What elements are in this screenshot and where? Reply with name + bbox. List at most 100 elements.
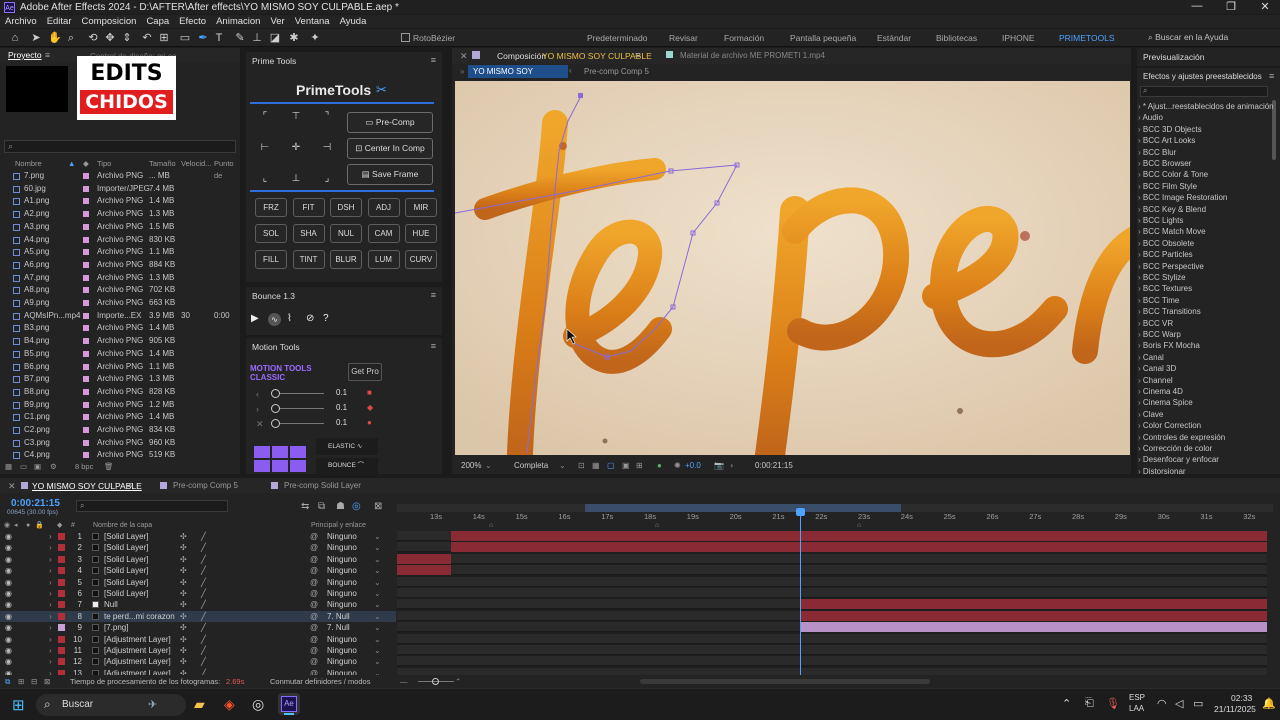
primetools-tint-button[interactable]: TINT <box>292 250 325 269</box>
effects-category[interactable]: › BCC Stylize <box>1138 272 1273 283</box>
orbit-tool-icon[interactable]: ⟲ <box>86 31 100 45</box>
maximize-button[interactable]: ❐ <box>1220 0 1242 13</box>
panel-menu-icon[interactable]: ≡ <box>1269 71 1274 81</box>
timeline-layer-row[interactable]: ◉ › 2 [Solid Layer] ✣ ╱ @ Ninguno ⌄ <box>0 542 396 553</box>
notifications-icon[interactable]: 🔔 <box>1262 697 1276 710</box>
effects-category[interactable]: › BCC Film Style <box>1138 181 1273 192</box>
hand-tool-icon[interactable]: ✋ <box>48 31 62 45</box>
expand-arrow-icon[interactable]: › <box>49 622 52 633</box>
layer-name[interactable]: [Solid Layer] <box>104 531 148 542</box>
effects-category[interactable]: › BCC Image Restoration <box>1138 192 1273 203</box>
guides-icon[interactable]: ▣ <box>622 458 630 474</box>
close-tab-icon[interactable]: ✕ <box>460 51 468 62</box>
eye-icon[interactable]: ◉ <box>5 634 12 645</box>
layer-name[interactable]: [Solid Layer] <box>104 565 148 576</box>
parent-select[interactable]: Ninguno <box>327 577 357 588</box>
zoom-out-icon[interactable]: — <box>400 675 408 688</box>
layer-switches-icon[interactable]: ⧉ <box>5 675 10 688</box>
collapse-switch-icon[interactable]: ✣ <box>180 645 187 656</box>
chevron-down-icon[interactable]: ⌄ <box>374 622 381 633</box>
effects-category[interactable]: › BCC Match Move <box>1138 226 1273 237</box>
timeline-layer-row[interactable]: ◉ › 8 te perd...mi corazon ✣ ╱ @7. Null ⌄ <box>0 610 396 623</box>
project-search-input[interactable]: ⌕ <box>4 140 236 153</box>
wifi-icon[interactable]: ◠ <box>1157 697 1167 710</box>
slider-handle-2[interactable] <box>271 404 280 413</box>
effects-category[interactable]: › BCC Lights <box>1138 215 1273 226</box>
chevron-down-icon[interactable]: ⌄ <box>559 458 566 474</box>
transfer-controls-icon[interactable]: ⊞ <box>18 675 24 688</box>
roto-brush-tool-icon[interactable]: ✱ <box>287 31 301 45</box>
save-frame-button[interactable]: ▤ Save Frame <box>347 164 433 185</box>
exposure-value[interactable]: +0.0 <box>685 458 701 474</box>
effects-category[interactable]: › Canal <box>1138 352 1273 363</box>
expand-arrow-icon[interactable]: › <box>49 599 52 610</box>
primetools-frz-button[interactable]: FRZ <box>255 198 287 217</box>
parent-select[interactable]: Ninguno <box>327 542 357 553</box>
parent-select[interactable]: Ninguno <box>327 565 357 576</box>
effects-category[interactable]: › Color Correction <box>1138 420 1273 431</box>
windows-start-icon[interactable]: ⊞ <box>12 696 25 714</box>
trash-icon[interactable]: 🗑 <box>104 462 114 471</box>
timeline-layer-row[interactable]: ◉ › 6 [Solid Layer] ✣ ╱ @ Ninguno ⌄ <box>0 588 396 599</box>
primetools-cam-button[interactable]: CAM <box>367 224 400 243</box>
play-icon[interactable]: ▶ <box>251 313 259 324</box>
file-explorer-icon[interactable]: ▰ <box>194 696 205 713</box>
label-color[interactable] <box>83 173 89 179</box>
align-bottom-right-icon[interactable]: ⌟ <box>320 172 334 186</box>
battery-icon[interactable]: ▭ <box>1193 697 1203 710</box>
pickwhip-icon[interactable]: @ <box>310 656 318 667</box>
panel-menu-icon[interactable]: ≡ <box>635 50 640 60</box>
quality-switch-icon[interactable]: ╱ <box>201 622 206 633</box>
close-tab-icon[interactable]: ✕ <box>8 481 16 492</box>
align-bottom-center-icon[interactable]: ⊥ <box>289 172 303 186</box>
workspace-primetools[interactable]: PRIMETOOLS <box>1059 33 1115 43</box>
slider-value-2[interactable]: 0.1 <box>336 403 347 412</box>
help-icon[interactable]: ? <box>323 313 329 324</box>
color-channels-icon[interactable]: ● <box>657 458 662 474</box>
chevron-up-icon[interactable]: ⌃ <box>1062 697 1071 710</box>
effects-category[interactable]: › BCC Particles <box>1138 249 1273 260</box>
clock-date[interactable]: 21/11/2025 <box>1214 704 1256 714</box>
eye-icon[interactable]: ◉ <box>5 599 12 610</box>
toggle-switches-modes[interactable]: Conmutar definidores / modos <box>270 675 370 688</box>
chevron-down-icon[interactable]: ⌄ <box>374 611 381 622</box>
label-icon[interactable]: ◆ <box>83 158 89 170</box>
label-color[interactable] <box>83 325 89 332</box>
chevron-down-icon[interactable]: ⌄ <box>374 634 381 645</box>
project-file-row[interactable]: C4.png Archivo PNG 519 KB <box>0 449 238 462</box>
brush-tool-icon[interactable]: ✎ <box>233 31 247 45</box>
project-file-row[interactable]: A6.png Archivo PNG 884 KB <box>0 259 238 272</box>
layer-duration-bar[interactable] <box>451 531 1267 541</box>
layer-name[interactable]: [7.png] <box>104 622 128 633</box>
clone-stamp-tool-icon[interactable]: ⊥ <box>250 31 264 45</box>
quality-switch-icon[interactable]: ╱ <box>201 531 206 542</box>
collapse-switch-icon[interactable]: ✣ <box>180 542 187 553</box>
label-color[interactable] <box>83 350 89 357</box>
elastic-curve-icon[interactable]: ⌇ <box>287 313 292 324</box>
timeline-layer-row[interactable]: ◉ › 12 [Adjustment Layer] ✣ ╱ @ Ninguno ⌄ <box>0 656 396 667</box>
parent-select[interactable]: 7. Null <box>327 622 350 633</box>
layer-name[interactable]: [Solid Layer] <box>104 554 148 565</box>
label-color[interactable] <box>83 261 89 268</box>
label-color[interactable] <box>83 274 89 281</box>
after-effects-taskbar[interactable]: Ae <box>278 693 300 715</box>
label-color[interactable] <box>83 287 89 294</box>
layer-name[interactable]: [Adjustment Layer] <box>104 656 171 667</box>
keyframe-diamond-icon[interactable]: ◆ <box>367 403 373 412</box>
marker-icon[interactable]: ⌂ <box>655 522 659 529</box>
menu-capa[interactable]: Capa <box>146 16 169 27</box>
pickwhip-icon[interactable]: @ <box>310 611 318 622</box>
video-switch-icon[interactable]: ◉ <box>4 520 10 531</box>
project-file-row[interactable]: B9.png Archivo PNG 1.2 MB <box>0 399 238 412</box>
pickwhip-icon[interactable]: @ <box>310 554 318 565</box>
snapshot-icon[interactable]: 📷 <box>714 458 724 474</box>
quality-switch-icon[interactable]: ╱ <box>201 656 206 667</box>
parent-select[interactable]: Ninguno <box>327 531 357 542</box>
align-top-center-icon[interactable]: ⊤ <box>289 110 303 124</box>
primetools-fill-button[interactable]: FILL <box>255 250 287 269</box>
expand-arrow-icon[interactable]: › <box>49 531 52 542</box>
marker-icon[interactable]: ⌂ <box>489 522 493 529</box>
timeline-tab-solid[interactable]: Pre-comp Solid Layer <box>284 481 361 490</box>
layer-label-color[interactable] <box>58 624 65 632</box>
show-snapshot-icon[interactable]: ◐ <box>730 458 735 474</box>
